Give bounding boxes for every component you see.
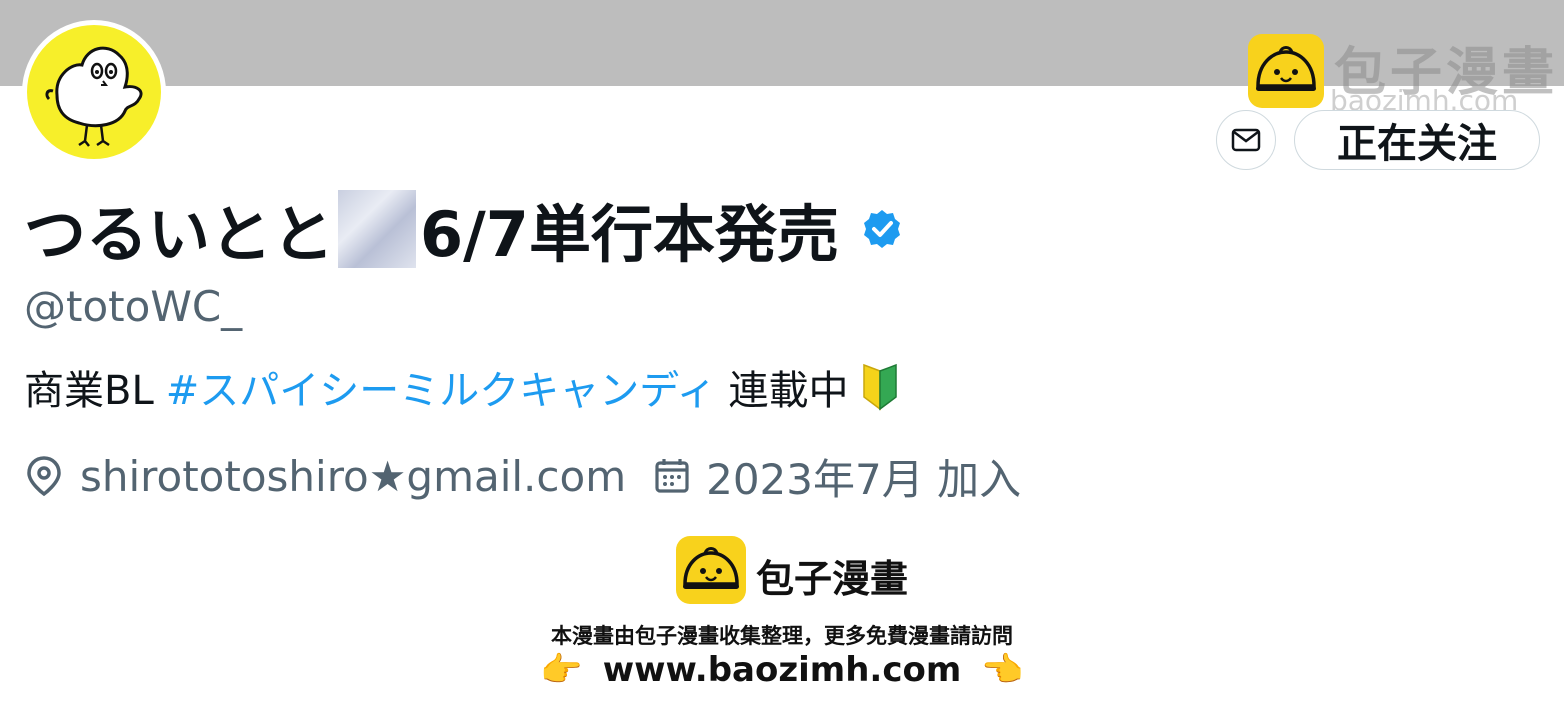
bio-text-prefix: 商業BL <box>24 368 154 414</box>
location-pin-icon <box>27 456 61 497</box>
display-name: つるいとと 6/7単行本発売 <box>24 186 903 272</box>
baozi-logo-icon <box>1248 34 1324 108</box>
following-button[interactable]: 正在关注 <box>1294 110 1540 170</box>
pointing-right-icon: 👉 <box>540 650 583 690</box>
footer-note: 本漫畫由包子漫畫收集整理，更多免費漫畫請訪問 <box>551 624 1013 648</box>
footer-title: 包子漫畫 <box>756 557 909 601</box>
pointing-left-icon: 👈 <box>981 650 1024 690</box>
beginner-mark-icon <box>863 363 898 411</box>
profile-handle: @totoWC_ <box>24 282 243 331</box>
avatar[interactable] <box>22 20 166 164</box>
bio-text-suffix: 連載中 <box>728 368 849 414</box>
mail-icon <box>1231 128 1261 152</box>
message-button[interactable] <box>1216 110 1276 170</box>
cloud-emoji-icon <box>338 190 417 268</box>
footer-url-link[interactable]: www.baozimh.com <box>603 650 962 690</box>
profile-bio: 商業BL #スパイシーミルクキャンディ 連載中 <box>24 358 902 416</box>
verified-badge-icon[interactable] <box>861 208 903 250</box>
display-name-suffix: 6/7単行本発売 <box>420 198 839 271</box>
bio-hashtag-link[interactable]: #スパイシーミルクキャンディ <box>166 358 717 416</box>
profile-location: shirototoshiro★gmail.com <box>80 451 627 501</box>
profile-join-date: 2023年7月 加入 <box>706 454 1022 504</box>
bird-drawing-icon <box>45 46 143 147</box>
footer-url-row: 👉 www.baozimh.com 👈 <box>0 650 1564 690</box>
avatar-image <box>27 25 161 159</box>
profile-meta: shirototoshiro★gmail.com 2023年7月 加入 <box>24 448 1021 504</box>
baozi-logo-icon <box>676 536 746 604</box>
display-name-text: つるいとと <box>24 198 335 271</box>
calendar-icon <box>655 459 689 493</box>
profile-banner[interactable] <box>0 0 1564 86</box>
